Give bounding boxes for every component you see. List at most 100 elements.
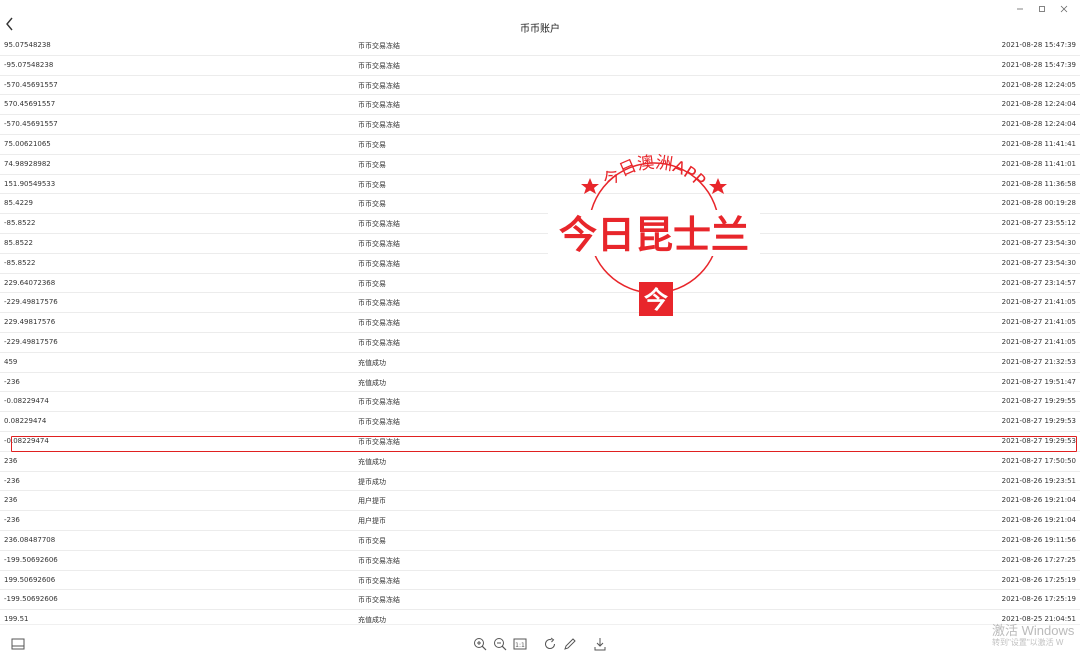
- amount-cell: -229.49817576: [4, 298, 58, 307]
- type-cell: 币币交易: [358, 180, 386, 189]
- time-cell: 2021-08-26 17:25:19: [1001, 595, 1076, 604]
- amount-cell: 236: [4, 496, 18, 505]
- type-cell: 币币交易冻结: [358, 240, 400, 248]
- time-cell: 2021-08-27 23:14:57: [1001, 278, 1076, 287]
- type-cell: 币币交易冻结: [358, 319, 400, 328]
- amount-cell: 236: [4, 456, 18, 465]
- time-cell: 2021-08-26 17:25:19: [1001, 575, 1076, 584]
- amount-cell: -236: [4, 516, 20, 525]
- list-item: 236.08487708 币币交易 2021-08-26 19:11:56: [0, 531, 1080, 551]
- amount-cell: 199.50692606: [4, 575, 56, 584]
- amount-cell: 236.08487708: [4, 536, 56, 544]
- list-item: 236 充值成功 2021-08-27 17:50:50: [0, 452, 1080, 472]
- type-cell: 币币交易冻结: [358, 576, 400, 585]
- type-cell: 币币交易冻结: [358, 398, 400, 407]
- panel-icon: [11, 638, 25, 650]
- zoom-in-button[interactable]: [472, 636, 488, 652]
- time-cell: 2021-08-28 11:41:01: [1001, 159, 1076, 168]
- amount-cell: 85.4229: [4, 199, 33, 208]
- amount-cell: -85.8522: [4, 258, 36, 267]
- type-cell: 币币交易: [358, 141, 386, 149]
- time-cell: 2021-08-28 12:24:05: [1001, 80, 1076, 89]
- list-item: -95.07548238 币币交易冻结 2021-08-28 15:47:39: [0, 56, 1080, 76]
- list-item: -199.50692606 币币交易冻结 2021-08-26 17:25:19: [0, 590, 1080, 611]
- activation-watermark-line2: 转到"设置"以激活 W: [992, 638, 1064, 647]
- type-cell: 币币交易冻结: [358, 596, 400, 605]
- list-item: 74.98928982 币币交易 2021-08-28 11:41:01: [0, 155, 1080, 175]
- type-cell: 币币交易冻结: [358, 418, 400, 427]
- amount-cell: -236: [4, 476, 20, 485]
- title-bar: 币币账户: [0, 0, 1080, 40]
- list-item: -570.45691557 币币交易冻结 2021-08-28 12:24:05: [0, 76, 1080, 96]
- type-cell: 用户提币: [358, 497, 386, 506]
- time-cell: 2021-08-27 21:41:05: [1001, 298, 1076, 307]
- amount-cell: 151.90549533: [4, 179, 56, 188]
- minimize-button[interactable]: [1014, 3, 1026, 15]
- pencil-icon: [564, 638, 576, 650]
- time-cell: 2021-08-27 23:55:12: [1001, 219, 1076, 228]
- time-cell: 2021-08-28 00:19:28: [1001, 199, 1076, 208]
- list-item: -85.8522 币币交易冻结 2021-08-27 23:54:30: [0, 254, 1080, 274]
- time-cell: 2021-08-28 11:41:41: [1001, 140, 1076, 148]
- type-cell: 币币交易冻结: [358, 61, 400, 70]
- type-cell: 提币成功: [358, 477, 386, 486]
- list-item: -570.45691557 币币交易冻结 2021-08-28 12:24:04: [0, 115, 1080, 135]
- type-cell: 充值成功: [358, 616, 386, 624]
- actual-size-button[interactable]: 1:1: [512, 636, 528, 652]
- transaction-list[interactable]: 95.07548238 币币交易冻结 2021-08-28 15:47:39 -95.…: [0, 36, 1080, 624]
- edit-button[interactable]: [562, 636, 578, 652]
- list-item: 151.90549533 币币交易 2021-08-28 11:36:58: [0, 175, 1080, 195]
- zoom-in-icon: [474, 638, 487, 651]
- list-item: 570.45691557 币币交易冻结 2021-08-28 12:24:04: [0, 95, 1080, 116]
- list-item: 0.08229474 币币交易冻结 2021-08-27 19:29:53: [0, 412, 1080, 432]
- list-item: 85.4229 币币交易 2021-08-28 00:19:28: [0, 194, 1080, 215]
- minimize-icon: [1017, 8, 1023, 10]
- amount-cell: 459: [4, 357, 18, 366]
- time-cell: 2021-08-27 23:54:30: [1001, 239, 1076, 247]
- type-cell: 币币交易冻结: [358, 81, 400, 90]
- type-cell: 币币交易: [358, 160, 386, 169]
- type-cell: 充值成功: [358, 358, 386, 367]
- type-cell: 币币交易冻结: [358, 438, 400, 446]
- download-button[interactable]: [592, 636, 608, 652]
- amount-cell: -0.08229474: [4, 437, 49, 445]
- list-item: 459 充值成功 2021-08-27 21:32:53: [0, 353, 1080, 373]
- maximize-button[interactable]: [1036, 3, 1048, 15]
- type-cell: 用户提币: [358, 517, 386, 526]
- time-cell: 2021-08-28 11:36:58: [1001, 179, 1076, 188]
- type-cell: 币币交易: [358, 279, 386, 288]
- type-cell: 充值成功: [358, 457, 386, 466]
- close-icon: [1060, 5, 1068, 13]
- amount-cell: -95.07548238: [4, 60, 54, 69]
- amount-cell: 95.07548238: [4, 41, 51, 49]
- amount-cell: 75.00621065: [4, 140, 51, 148]
- list-item: 95.07548238 币币交易冻结 2021-08-28 15:47:39: [0, 36, 1080, 56]
- rotate-icon: [545, 637, 556, 650]
- time-cell: 2021-08-27 19:29:55: [1001, 397, 1076, 406]
- zoom-out-button[interactable]: [492, 636, 508, 652]
- actual-size-icon: 1:1: [513, 638, 527, 650]
- time-cell: 2021-08-26 19:21:04: [1001, 516, 1076, 525]
- list-item: -85.8522 币币交易冻结 2021-08-27 23:55:12: [0, 214, 1080, 234]
- amount-cell: 229.49817576: [4, 318, 56, 327]
- list-item: 199.50692606 币币交易冻结 2021-08-26 17:25:19: [0, 571, 1080, 591]
- list-item: -0.08229474 币币交易冻结 2021-08-27 19:29:53: [0, 432, 1080, 452]
- time-cell: 2021-08-27 21:32:53: [1001, 357, 1076, 366]
- time-cell: 2021-08-26 19:11:56: [1001, 536, 1076, 544]
- bottom-toolbar: 1:1: [0, 624, 1080, 665]
- amount-cell: 0.08229474: [4, 417, 47, 426]
- close-button[interactable]: [1058, 3, 1070, 15]
- time-cell: 2021-08-27 21:41:05: [1001, 318, 1076, 327]
- time-cell: 2021-08-26 19:23:51: [1001, 476, 1076, 485]
- zoom-out-icon: [494, 638, 507, 651]
- amount-cell: -570.45691557: [4, 80, 58, 89]
- amount-cell: -236: [4, 377, 20, 386]
- list-item: -236 提币成功 2021-08-26 19:23:51: [0, 472, 1080, 492]
- time-cell: 2021-08-27 19:29:53: [1001, 437, 1076, 445]
- time-cell: 2021-08-27 17:50:50: [1001, 456, 1076, 465]
- time-cell: 2021-08-27 23:54:30: [1001, 258, 1076, 267]
- rotate-button[interactable]: [542, 636, 558, 652]
- panel-toggle-button[interactable]: [10, 636, 26, 652]
- time-cell: 2021-08-26 17:27:25: [1001, 555, 1076, 564]
- amount-cell: 85.8522: [4, 239, 33, 247]
